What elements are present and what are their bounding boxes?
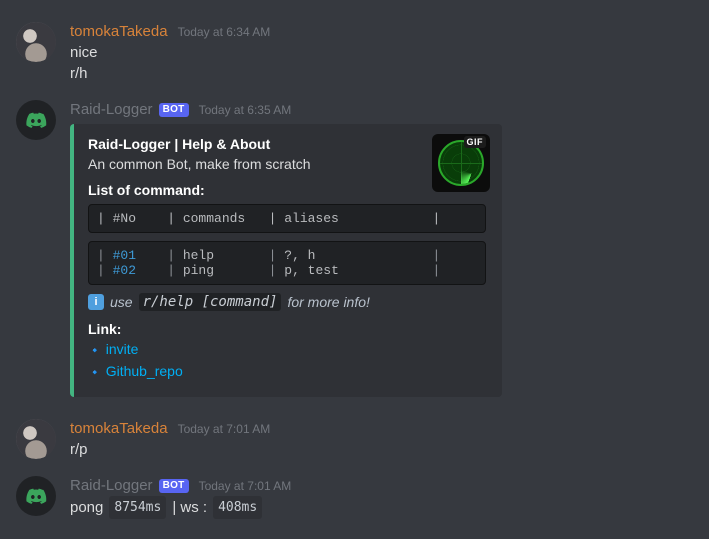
embed: GIF Raid-Logger | Help & About An common…	[70, 124, 693, 397]
link-invite[interactable]: invite	[106, 341, 139, 357]
message-content: Raid-Logger BOT Today at 6:35 AM GIF Rai…	[70, 100, 693, 397]
inline-code: 408ms	[213, 496, 262, 519]
discord-icon	[25, 109, 47, 131]
discord-icon	[25, 485, 47, 507]
message-header: Raid-Logger BOT Today at 6:35 AM	[70, 100, 693, 120]
message-text: r/h	[70, 63, 693, 84]
message-content: Raid-Logger BOT Today at 7:01 AM pong 87…	[70, 476, 693, 519]
timestamp: Today at 7:01 AM	[199, 476, 292, 496]
message: Raid-Logger BOT Today at 6:35 AM GIF Rai…	[0, 98, 709, 399]
embed-description: An common Bot, make from scratch	[88, 156, 486, 172]
message-content: tomokaTakeda Today at 6:34 AM nice r/h	[70, 22, 693, 84]
username[interactable]: Raid-Logger	[70, 476, 153, 496]
message: tomokaTakeda Today at 6:34 AM nice r/h	[0, 20, 709, 86]
code-block: | #01 | help | ?, h | | #02 | ping | p, …	[88, 241, 486, 285]
avatar[interactable]	[16, 22, 56, 62]
embed-link: 🔹 invite	[88, 339, 486, 361]
embed-field-title: Link:	[88, 321, 486, 337]
message: tomokaTakeda Today at 7:01 AM r/p	[0, 417, 709, 462]
avatar[interactable]	[16, 476, 56, 516]
message: Raid-Logger BOT Today at 7:01 AM pong 87…	[0, 474, 709, 521]
message-text: r/p	[70, 439, 693, 460]
message-text: nice	[70, 42, 693, 63]
diamond-icon: 🔹	[88, 367, 102, 379]
username[interactable]: tomokaTakeda	[70, 419, 168, 439]
username[interactable]: Raid-Logger	[70, 100, 153, 120]
info-icon: i	[88, 294, 104, 310]
timestamp: Today at 6:34 AM	[178, 22, 271, 42]
timestamp: Today at 7:01 AM	[178, 419, 271, 439]
bot-tag: BOT	[159, 479, 189, 493]
message-content: tomokaTakeda Today at 7:01 AM r/p	[70, 419, 693, 460]
gif-badge: GIF	[464, 136, 487, 148]
avatar[interactable]	[16, 100, 56, 140]
message-text: pong 8754ms | ws : 408ms	[70, 496, 693, 519]
bot-tag: BOT	[159, 103, 189, 117]
link-github[interactable]: Github_repo	[106, 363, 183, 379]
inline-code: r/help [command]	[139, 293, 282, 311]
embed-field-title: List of command:	[88, 182, 486, 198]
embed-thumbnail[interactable]: GIF	[432, 134, 490, 192]
diamond-icon: 🔹	[88, 345, 102, 357]
embed-link: 🔹 Github_repo	[88, 361, 486, 383]
message-header: Raid-Logger BOT Today at 7:01 AM	[70, 476, 693, 496]
message-header: tomokaTakeda Today at 7:01 AM	[70, 419, 693, 439]
username[interactable]: tomokaTakeda	[70, 22, 168, 42]
embed-title: Raid-Logger | Help & About	[88, 136, 486, 152]
timestamp: Today at 6:35 AM	[199, 100, 292, 120]
avatar[interactable]	[16, 419, 56, 459]
inline-code: 8754ms	[109, 496, 166, 519]
embed-info: i use r/help [command] for more info!	[88, 293, 486, 311]
code-block: | #No | commands | aliases |	[88, 204, 486, 233]
message-header: tomokaTakeda Today at 6:34 AM	[70, 22, 693, 42]
